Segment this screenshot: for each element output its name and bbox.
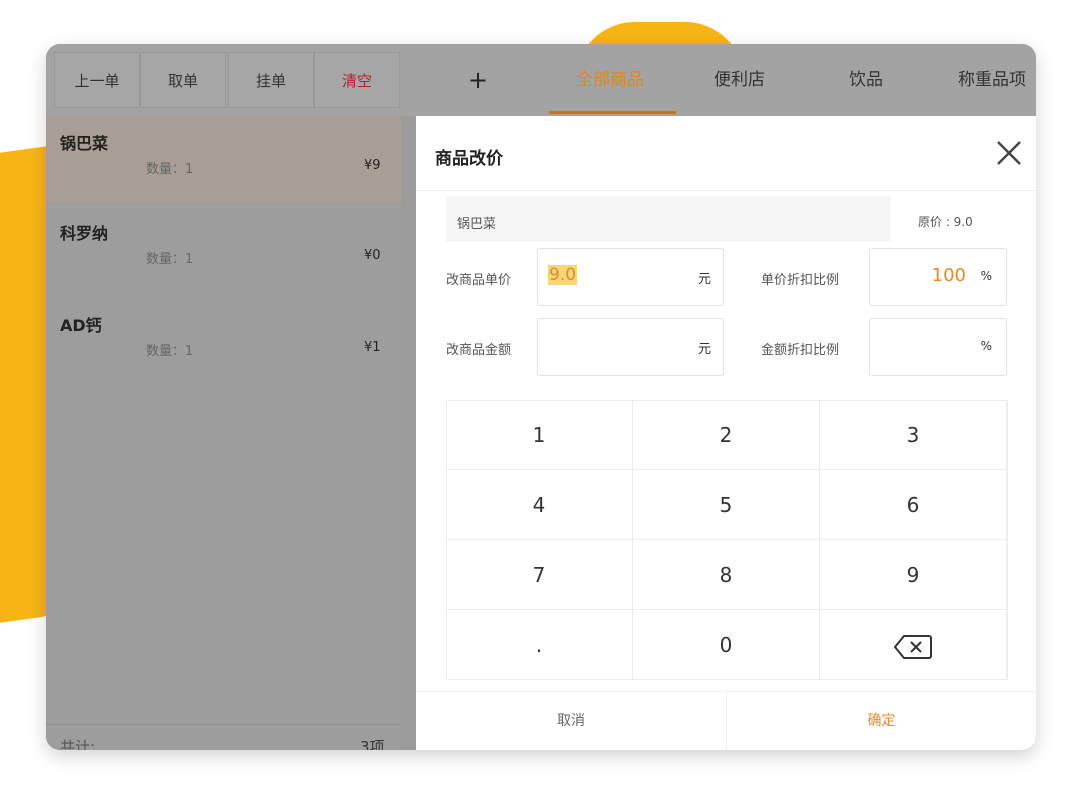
key-7[interactable]: 7 bbox=[446, 540, 633, 610]
key-5[interactable]: 5 bbox=[633, 470, 820, 540]
product-info-bar bbox=[446, 196, 891, 242]
cart-item-count: 3项 bbox=[360, 738, 385, 750]
prev-order-button[interactable]: 上一单 bbox=[54, 52, 140, 108]
amount-field[interactable]: 元 bbox=[537, 318, 724, 376]
dialog-header-divider bbox=[416, 190, 1036, 191]
key-1[interactable]: 1 bbox=[446, 400, 633, 470]
key-3[interactable]: 3 bbox=[820, 400, 1007, 470]
cart-item-price: ¥9 bbox=[364, 158, 381, 173]
confirm-button[interactable]: 确定 bbox=[727, 692, 1036, 750]
original-price: 原价 : 9.0 bbox=[918, 215, 973, 229]
cart-item[interactable]: 锅巴菜 数量：1 ¥9 bbox=[46, 116, 401, 202]
key-6[interactable]: 6 bbox=[820, 470, 1007, 540]
key-4[interactable]: 4 bbox=[446, 470, 633, 540]
cart-footer-divider bbox=[46, 724, 401, 725]
numeric-keypad: 1 2 3 4 5 6 7 8 9 . 0 bbox=[446, 400, 1008, 680]
unit-price-value: 9.0 bbox=[548, 265, 578, 285]
cart-item-price: ¥0 bbox=[364, 248, 381, 263]
key-8[interactable]: 8 bbox=[633, 540, 820, 610]
backspace-key[interactable] bbox=[820, 610, 1007, 680]
cancel-button[interactable]: 取消 bbox=[416, 692, 726, 750]
unit-discount-field[interactable]: 100 % bbox=[869, 248, 1007, 306]
key-2[interactable]: 2 bbox=[633, 400, 820, 470]
cart-item-qty: 数量：1 bbox=[146, 162, 194, 177]
amount-unit: 元 bbox=[697, 342, 711, 357]
cart-item-name: 科罗纳 bbox=[60, 224, 109, 243]
top-toolbar: 上一单 取单 挂单 清空 + 全部商品 便利店 饮品 称重品项 bbox=[46, 44, 1036, 116]
take-order-button[interactable]: 取单 bbox=[140, 52, 226, 108]
key-0[interactable]: 0 bbox=[633, 610, 820, 680]
unit-discount-value: 100 bbox=[931, 265, 966, 286]
cart-total-label: 共计: bbox=[60, 738, 96, 750]
key-9[interactable]: 9 bbox=[820, 540, 1007, 610]
unit-price-label: 改商品单价 bbox=[446, 273, 512, 288]
unit-price-field[interactable]: 9.0 元 bbox=[537, 248, 724, 306]
unit-price-unit: 元 bbox=[697, 272, 711, 287]
unit-discount-label: 单价折扣比例 bbox=[761, 273, 840, 288]
dialog-title: 商品改价 bbox=[435, 149, 503, 169]
pos-app-window: 上一单 取单 挂单 清空 + 全部商品 便利店 饮品 称重品项 锅巴菜 数量：1… bbox=[46, 44, 1036, 750]
cart-item[interactable]: 科罗纳 数量：1 ¥0 bbox=[46, 206, 401, 292]
cart-item[interactable]: AD钙 数量：1 ¥1 bbox=[46, 298, 401, 384]
key-decimal[interactable]: . bbox=[446, 610, 633, 680]
cart-item-name: AD钙 bbox=[60, 316, 102, 335]
unit-discount-unit: % bbox=[980, 269, 992, 283]
cart-item-name: 锅巴菜 bbox=[60, 134, 109, 153]
tab-weighed-items[interactable]: 称重品项 bbox=[958, 44, 1026, 116]
cart-item-qty: 数量：1 bbox=[146, 344, 194, 359]
add-button[interactable]: + bbox=[458, 44, 498, 116]
tab-convenience-store[interactable]: 便利店 bbox=[714, 44, 765, 116]
product-name: 锅巴菜 bbox=[457, 217, 497, 232]
tab-all-products[interactable]: 全部商品 bbox=[576, 44, 644, 116]
active-tab-indicator bbox=[549, 111, 676, 114]
amount-label: 改商品金额 bbox=[446, 343, 512, 358]
hang-order-button[interactable]: 挂单 bbox=[228, 52, 314, 108]
amount-discount-unit: % bbox=[980, 339, 992, 353]
cart-list: 锅巴菜 数量：1 ¥9 科罗纳 数量：1 ¥0 AD钙 数量：1 ¥1 共计: … bbox=[46, 116, 401, 750]
cart-item-qty: 数量：1 bbox=[146, 252, 194, 267]
change-price-dialog: 商品改价 锅巴菜 原价 : 9.0 改商品单价 9.0 元 单价折扣比例 100… bbox=[416, 116, 1036, 750]
close-icon[interactable] bbox=[992, 136, 1026, 170]
backspace-icon bbox=[894, 634, 932, 659]
cart-item-price: ¥1 bbox=[364, 340, 381, 355]
tab-drinks[interactable]: 饮品 bbox=[849, 44, 883, 116]
clear-button[interactable]: 清空 bbox=[314, 52, 400, 108]
amount-discount-field[interactable]: % bbox=[869, 318, 1007, 376]
amount-discount-label: 金额折扣比例 bbox=[761, 343, 840, 358]
